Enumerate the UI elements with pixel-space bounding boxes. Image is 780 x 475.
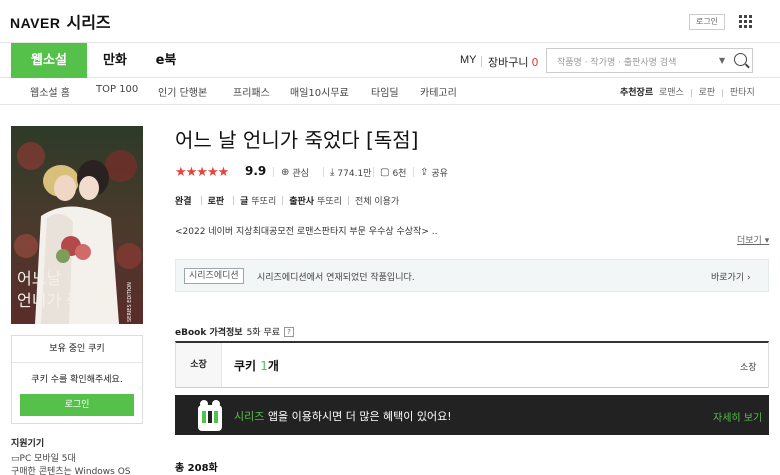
search-input[interactable]: 작품명 · 작가명 · 출판사명 검색 ▼ <box>546 48 753 73</box>
more-link[interactable]: 더보기 ▾ <box>737 233 769 246</box>
header-login-button[interactable]: 로그인 <box>689 14 725 30</box>
cookie-unit: 개 <box>267 359 279 373</box>
publisher-link[interactable]: 뚜또리 <box>317 194 342 207</box>
genre-fantasy[interactable]: 판타지 <box>730 88 755 98</box>
comment-value: 6천 <box>392 169 407 179</box>
support-devices-text: PC 모바일 5대 <box>19 454 76 464</box>
interest-button[interactable]: ⊕ 관심 <box>281 166 309 179</box>
series-logo[interactable]: 시리즈 <box>66 9 110 33</box>
apps-grid-icon[interactable] <box>739 15 752 28</box>
series-edition-banner: 시리즈에디션 시리즈에디션에서 연재되었던 작품입니다. 바로가기 › <box>175 259 769 292</box>
author-link[interactable]: 뚜또리 <box>251 194 276 207</box>
cover-edition-mark: SERIES EDITION <box>127 282 133 322</box>
genre-label: 추천장르 <box>620 88 654 98</box>
search-placeholder: 작품명 · 작가명 · 출판사명 검색 <box>557 58 677 68</box>
series-edition-link[interactable]: 바로가기 › <box>711 270 751 283</box>
plus-circle-icon: ⊕ <box>281 167 290 178</box>
search-icon[interactable] <box>734 53 747 66</box>
book-cover[interactable]: 어느날 언니가 죽었다 SERIES EDITION <box>11 126 143 324</box>
price-table: 소장 쿠키 1개 소장 <box>175 341 769 388</box>
tab-ebook[interactable]: e북 <box>146 43 186 78</box>
total-episodes: 총 208화 <box>175 463 218 474</box>
subnav-item-top100[interactable]: TOP 100 <box>96 84 138 95</box>
naver-logo[interactable]: NAVER <box>10 15 60 31</box>
cookie-message: 쿠키 수를 확인해주세요. <box>31 375 123 385</box>
book-description: <2022 네이버 지상최대공모전 로맨스판타지 부문 우수상 수상작> .. <box>175 227 438 237</box>
author-label: 글 <box>240 197 249 207</box>
subnav-item-timedeal[interactable]: 타임딜 <box>371 84 399 99</box>
comment-count[interactable]: ▢ 6천 <box>380 166 406 179</box>
series-edition-text: 시리즈에디션에서 연재되었던 작품입니다. <box>257 273 415 283</box>
sub-nav: 웹소설 홈 TOP 100 인기 단행본 프리패스 매일10시무료 타임딜 카테… <box>0 79 780 105</box>
support-devices-title: 지원기기 <box>11 439 45 449</box>
subnav-item-home[interactable]: 웹소설 홈 <box>30 84 70 99</box>
go-label: 바로가기 <box>711 273 745 283</box>
app-mascot-icon <box>198 400 222 431</box>
comment-icon: ▢ <box>380 167 390 178</box>
help-icon[interactable]: ? <box>284 326 295 337</box>
subnav-item-popular[interactable]: 인기 단행본 <box>158 84 207 99</box>
subnav-item-freepass[interactable]: 프리패스 <box>233 84 270 99</box>
rating-score: 9.9 <box>245 164 267 178</box>
logo[interactable]: NAVER 시리즈 <box>10 9 111 33</box>
price-info-title: eBook 가격정보 5화 무료 ? <box>175 325 295 338</box>
genre-romance-fantasy[interactable]: 로판 <box>699 88 716 98</box>
rating-stars: ★★★★★ <box>175 165 229 180</box>
book-title: 어느 날 언니가 죽었다 [독점] <box>175 128 419 152</box>
cart-count: 0 <box>531 56 539 69</box>
chevron-down-icon: ▾ <box>764 236 770 246</box>
banner-brand: 시리즈 <box>234 410 265 423</box>
support-os: 구매한 콘텐츠는 Windows OS <box>11 467 131 475</box>
recommended-genres: 추천장르 로맨스 로판 판타지 <box>620 85 755 98</box>
publisher-label: 출판사 <box>289 197 315 207</box>
nav-divider <box>481 56 482 67</box>
app-promo-banner[interactable]: 시리즈 앱을 이용하시면 더 많은 혜택이 있어요! 자세히 보기 <box>175 395 769 435</box>
price-title-label: eBook 가격정보 <box>175 328 243 338</box>
download-count: ⤓ 774.1만 <box>330 166 371 179</box>
age-rating: 전체 이용가 <box>354 197 400 207</box>
cookie-prefix: 쿠키 <box>234 359 257 373</box>
download-icon: ⤓ <box>330 167 335 178</box>
series-edition-badge: 시리즈에디션 <box>184 268 244 284</box>
book-meta: 완결 로판 글 뚜또리 출판사 뚜또리 전체 이용가 <box>175 194 399 207</box>
status-badge: 완결 <box>175 197 192 207</box>
cover-title-line1: 어느날 <box>17 269 61 288</box>
genre-tag[interactable]: 로판 <box>208 194 225 207</box>
share-button[interactable]: ⇪ 공유 <box>420 166 448 179</box>
cookie-amount: 1 <box>260 359 268 373</box>
top-bar: NAVER 시리즈 로그인 <box>0 0 780 42</box>
my-link[interactable]: MY <box>460 54 477 66</box>
interest-label: 관심 <box>292 169 309 179</box>
free-episodes: 5화 무료 <box>246 328 281 338</box>
download-value: 774.1만 <box>337 169 372 179</box>
chevron-down-icon[interactable]: ▼ <box>719 56 725 65</box>
cover-title: 언니가 죽었다 <box>17 291 111 310</box>
banner-text: 시리즈 앱을 이용하시면 더 많은 혜택이 있어요! <box>234 408 452 424</box>
banner-message: 앱을 이용하시면 더 많은 혜택이 있어요! <box>267 410 452 423</box>
tab-comics[interactable]: 만화 <box>92 43 138 78</box>
chevron-right-icon: › <box>747 273 751 283</box>
subnav-item-daily-free[interactable]: 매일10시무료 <box>290 84 349 99</box>
cookie-price: 쿠키 1개 <box>234 357 279 374</box>
pc-icon: ▭ <box>11 454 20 464</box>
more-label: 더보기 <box>737 236 762 246</box>
share-icon: ⇪ <box>420 167 429 178</box>
cart-label: 장바구니 <box>488 56 529 69</box>
own-right-label: 소장 <box>740 363 757 373</box>
cart-link[interactable]: 장바구니 0 <box>488 54 538 70</box>
cookie-panel: 보유 중인 쿠키 쿠키 수를 확인해주세요. 로그인 <box>11 335 143 424</box>
genre-romance[interactable]: 로맨스 <box>659 88 684 98</box>
main-nav: 웹소설 만화 e북 MY 장바구니 0 작품명 · 작가명 · 출판사명 검색 ▼ <box>0 42 780 78</box>
login-button[interactable]: 로그인 <box>20 394 134 416</box>
own-label: 소장 <box>176 343 222 387</box>
cookie-header: 보유 중인 쿠키 <box>12 336 142 363</box>
subnav-item-category[interactable]: 카테고리 <box>420 84 457 99</box>
support-devices: ▭PC 모바일 5대 <box>11 451 76 464</box>
banner-more-link[interactable]: 자세히 보기 <box>713 409 762 424</box>
share-label: 공유 <box>431 169 448 179</box>
tab-webnovel[interactable]: 웹소설 <box>11 43 87 78</box>
